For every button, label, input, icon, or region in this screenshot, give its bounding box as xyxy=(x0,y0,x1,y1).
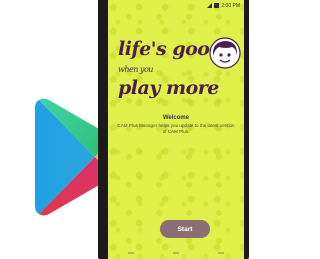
slogan-line-1-main: life's good xyxy=(118,38,223,60)
slogan-line-2: play more xyxy=(118,77,219,99)
stage: 2:00 PM life's good when you play more W… xyxy=(0,0,249,259)
app-screen: 2:00 PM life's good when you play more W… xyxy=(108,0,244,259)
start-button[interactable]: Start xyxy=(160,220,210,238)
welcome-description: CAM Plus Manager helps you update to the… xyxy=(117,123,235,134)
welcome-title: Welcome xyxy=(162,115,190,121)
slogan-line-1-small: when you xyxy=(118,65,153,74)
nav-home[interactable] xyxy=(172,252,179,254)
battery-icon xyxy=(214,3,220,8)
status-time: 2:00 PM xyxy=(221,2,240,9)
nav-back[interactable] xyxy=(127,252,134,254)
signal-icon xyxy=(207,3,213,8)
status-bar: 2:00 PM xyxy=(108,0,244,11)
nav-recent[interactable] xyxy=(218,252,225,254)
girl-avatar-icon xyxy=(209,37,241,69)
nav-bar xyxy=(108,252,244,255)
